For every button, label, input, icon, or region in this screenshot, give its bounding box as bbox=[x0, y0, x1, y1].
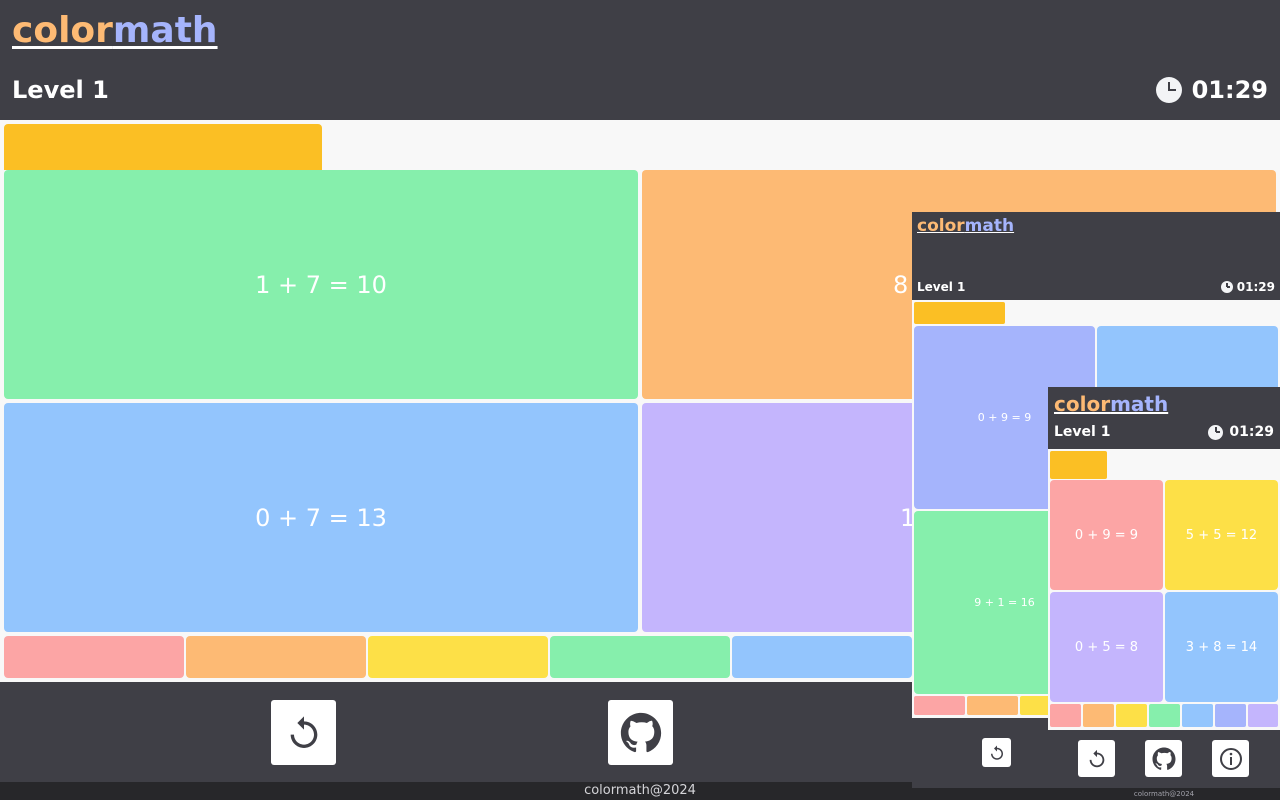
preview-level-label: Level 1 bbox=[1054, 424, 1111, 440]
header: colormath Level 1 01:29 bbox=[0, 0, 1280, 120]
preview-palette-chip bbox=[1215, 704, 1246, 727]
logo[interactable]: colormath bbox=[12, 10, 218, 51]
equation-text: 0 + 7 = 13 bbox=[255, 503, 387, 532]
preview-header: colormath Level 1 01:29 bbox=[912, 212, 1280, 300]
app-window: colormath Level 1 01:29 1 + 7 = 10 8 0 +… bbox=[0, 0, 1280, 800]
preview-target-bar bbox=[1050, 451, 1107, 479]
preview-card: 0 + 9 = 9 bbox=[1050, 480, 1163, 590]
preview-card: 5 + 5 = 12 bbox=[1165, 480, 1278, 590]
palette-color-red[interactable] bbox=[4, 636, 184, 678]
preview-timer: 01:29 bbox=[1220, 280, 1275, 294]
palette-color-blue[interactable] bbox=[732, 636, 912, 678]
preview-palette-chip bbox=[914, 696, 965, 715]
palette-color-orange[interactable] bbox=[186, 636, 366, 678]
target-color-bar bbox=[4, 124, 322, 170]
equation-text: 1 + 7 = 10 bbox=[255, 270, 387, 299]
preview-palette-chip bbox=[1182, 704, 1213, 727]
preview-header: colormath Level 1 01:29 bbox=[1048, 387, 1280, 449]
github-icon bbox=[1152, 747, 1176, 770]
restart-icon bbox=[1089, 749, 1104, 767]
logo-math-text: math bbox=[112, 10, 218, 51]
preview-level-label: Level 1 bbox=[917, 280, 966, 294]
preview-palette-chip bbox=[1116, 704, 1147, 727]
github-button[interactable] bbox=[608, 700, 673, 765]
preview-logo: colormath bbox=[917, 216, 1015, 236]
preview-card: 0 + 5 = 8 bbox=[1050, 592, 1163, 702]
preview-palette-chip bbox=[1149, 704, 1180, 727]
preview-footer bbox=[1048, 730, 1280, 788]
equation-card[interactable]: 1 + 7 = 10 bbox=[4, 170, 638, 399]
palette-color-yellow[interactable] bbox=[368, 636, 548, 678]
palette-color-green[interactable] bbox=[550, 636, 730, 678]
timer-value: 01:29 bbox=[1191, 76, 1268, 104]
clock-icon bbox=[1155, 77, 1182, 103]
clock-icon bbox=[1220, 281, 1233, 293]
nested-preview-small: colormath Level 1 01:29 0 + 9 = 9 5 + 5 … bbox=[1048, 387, 1280, 800]
level-label: Level 1 bbox=[12, 76, 109, 104]
equation-card[interactable]: 0 + 7 = 13 bbox=[4, 403, 638, 632]
preview-logo: colormath bbox=[1054, 392, 1169, 416]
preview-palette-chip bbox=[1050, 704, 1081, 727]
preview-target-bar bbox=[914, 302, 1005, 324]
preview-palette-chip bbox=[967, 696, 1018, 715]
preview-restart-button bbox=[1078, 740, 1115, 777]
timer: 01:29 bbox=[1155, 76, 1268, 104]
github-icon bbox=[620, 712, 661, 752]
equation-text: 8 bbox=[893, 270, 909, 299]
preview-palette-chip bbox=[1083, 704, 1114, 727]
preview-timer: 01:29 bbox=[1208, 424, 1274, 440]
preview-copyright: colormath@2024 bbox=[1048, 788, 1280, 800]
clock-icon bbox=[1208, 424, 1224, 440]
logo-color-text: color bbox=[12, 10, 113, 51]
preview-restart-button bbox=[982, 738, 1011, 767]
preview-card: 3 + 8 = 14 bbox=[1165, 592, 1278, 702]
preview-github-button bbox=[1145, 740, 1182, 777]
info-icon bbox=[1219, 747, 1242, 770]
restart-icon bbox=[290, 715, 317, 748]
preview-palette-chip bbox=[1248, 704, 1278, 727]
restart-icon bbox=[990, 745, 1003, 760]
preview-info-button bbox=[1212, 740, 1249, 777]
restart-button[interactable] bbox=[271, 700, 336, 765]
